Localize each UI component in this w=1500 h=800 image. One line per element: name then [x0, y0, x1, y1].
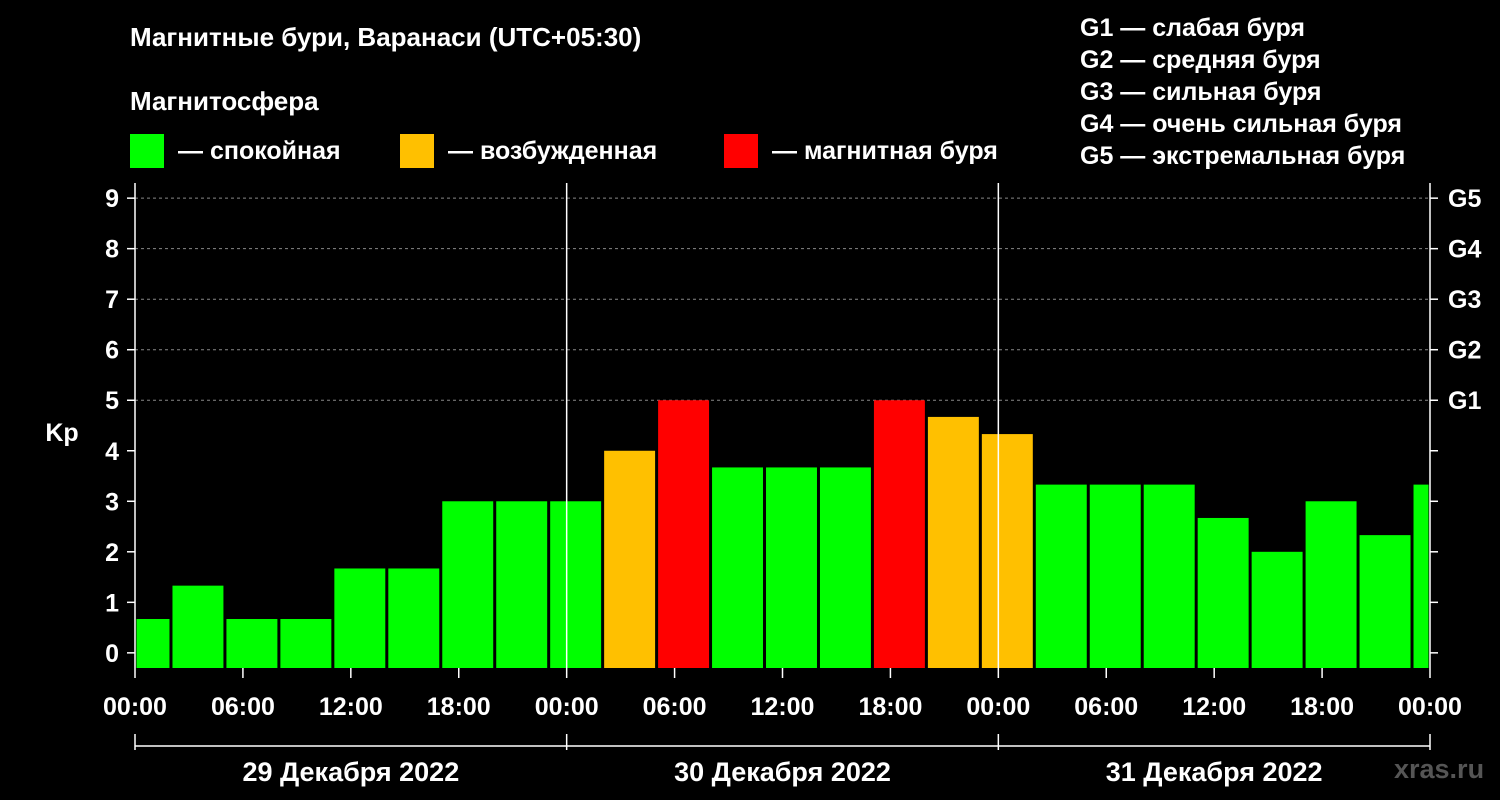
x-tick-label: 00:00 — [103, 693, 167, 721]
x-tick-label: 18:00 — [858, 693, 922, 721]
bar-quiet — [1305, 501, 1357, 668]
x-tick-label: 18:00 — [1290, 693, 1354, 721]
bar-quiet — [442, 501, 494, 668]
storm-level-label: G5 — [1448, 185, 1481, 213]
bar-quiet — [1359, 535, 1411, 668]
storm-level-label: G2 — [1448, 337, 1481, 365]
y-tick-label: 2 — [105, 539, 119, 567]
storm-level-label: G1 — [1448, 387, 1481, 415]
bar-quiet — [226, 618, 278, 668]
bar-quiet — [1143, 484, 1195, 668]
y-tick-label: 1 — [105, 589, 119, 617]
y-tick-label: 8 — [105, 236, 119, 264]
y-tick-label: 4 — [105, 438, 119, 466]
bar-quiet — [712, 467, 764, 668]
bar-quiet — [766, 467, 817, 668]
day-label: 30 Декабря 2022 — [674, 757, 891, 787]
bar-quiet — [1251, 551, 1303, 668]
bar-quiet — [496, 501, 548, 668]
bar-quiet — [819, 467, 871, 668]
bar-active — [927, 416, 979, 668]
bar-active — [981, 434, 1033, 668]
watermark: xras.ru — [1394, 754, 1485, 784]
x-tick-label: 12:00 — [319, 693, 383, 721]
x-tick-label: 06:00 — [1074, 693, 1138, 721]
bar-quiet — [280, 618, 332, 668]
y-tick-label: 7 — [105, 286, 119, 314]
kp-bar-chart: 0 1 2 3 4 5 6 7 8 9 G1 G2 G3 G4 G5 Kp 00:00 06:00 12:00 18:… — [45, 183, 1481, 787]
bar-quiet — [172, 585, 224, 668]
x-tick-label: 00:00 — [535, 693, 599, 721]
bar-storm — [658, 400, 710, 668]
y-axis-label: Kp — [45, 419, 78, 447]
bar-quiet — [1197, 517, 1249, 668]
x-tick-label: 06:00 — [211, 693, 275, 721]
bar-quiet — [136, 618, 170, 668]
day-label: 31 Декабря 2022 — [1106, 757, 1323, 787]
x-tick-label: 12:00 — [1182, 693, 1246, 721]
storm-level-label: G4 — [1448, 236, 1481, 264]
y-tick-label: 6 — [105, 337, 119, 365]
bar-quiet — [1413, 484, 1429, 668]
x-tick-label: 12:00 — [751, 693, 815, 721]
bar-quiet — [550, 501, 602, 668]
day-label: 29 Декабря 2022 — [242, 757, 459, 787]
x-tick-label: 18:00 — [427, 693, 491, 721]
bar-quiet — [388, 568, 440, 668]
y-tick-label: 3 — [105, 488, 119, 516]
storm-level-label: G3 — [1448, 286, 1481, 314]
y-tick-label: 0 — [105, 640, 119, 668]
x-tick-label: 00:00 — [1398, 693, 1462, 721]
bar-quiet — [334, 568, 386, 668]
x-tick-label: 00:00 — [966, 693, 1030, 721]
bar-quiet — [1035, 484, 1087, 668]
x-tick-label: 06:00 — [643, 693, 707, 721]
y-tick-label: 9 — [105, 185, 119, 213]
bar-storm — [873, 400, 925, 668]
bar-quiet — [1089, 484, 1141, 668]
y-tick-label: 5 — [105, 387, 119, 415]
bar-active — [604, 450, 656, 668]
